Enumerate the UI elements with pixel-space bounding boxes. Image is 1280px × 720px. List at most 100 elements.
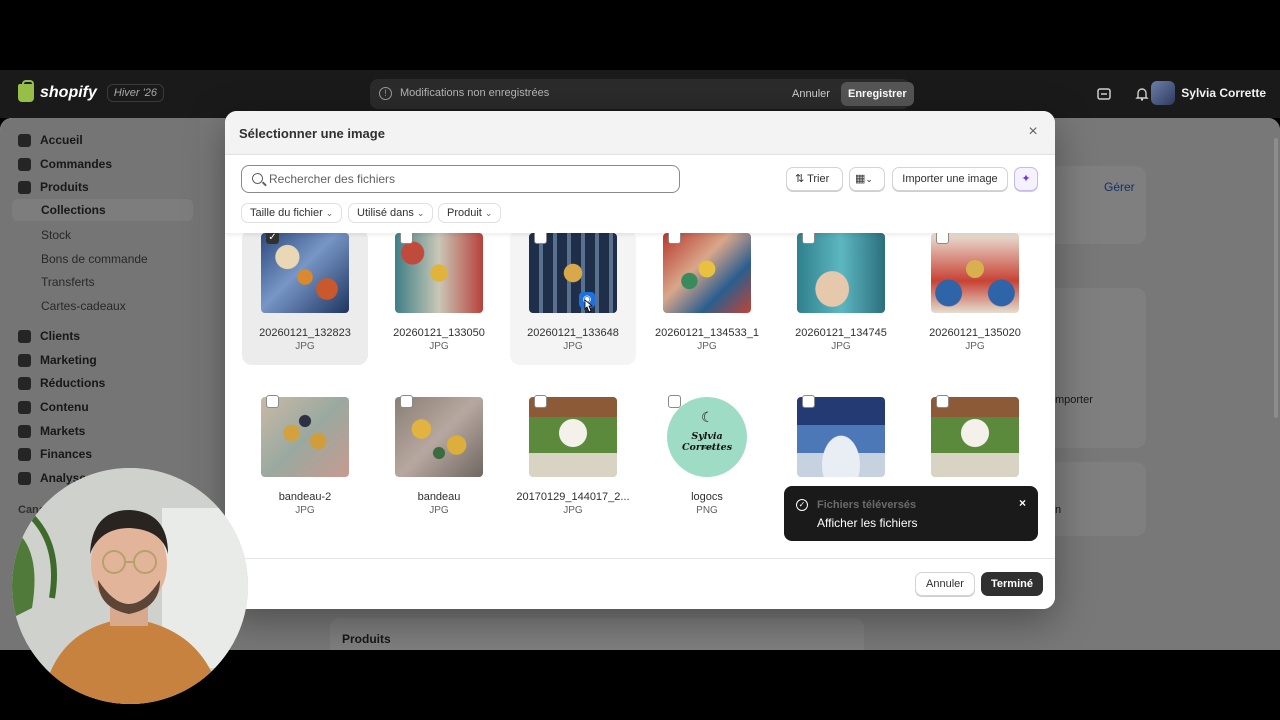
modal-toolbar: ⇅ Trier ▦⌄ Importer une image ✦ Taille d… — [225, 155, 1055, 233]
avatar — [1151, 81, 1176, 105]
save-button[interactable]: Enregistrer — [841, 82, 914, 106]
chevron-down-icon: ⌄ — [416, 208, 425, 218]
edition-badge: Hiver '26 — [106, 84, 164, 102]
file-name: 20260121_133050 — [393, 327, 485, 339]
file-name: 20260121_135020 — [929, 327, 1021, 339]
file-tile-1[interactable]: 20260121_133050 JPG — [376, 233, 502, 365]
file-name: 20170129_144017_2... — [516, 491, 630, 503]
file-thumbnail — [797, 397, 885, 477]
file-thumbnail — [529, 397, 617, 477]
upload-toast: ✓ Fichiers téléversés Afficher les fichi… — [784, 486, 1038, 541]
file-type: PNG — [696, 505, 718, 516]
top-icons — [1096, 86, 1150, 102]
store-icon[interactable] — [1096, 86, 1112, 102]
file-tile-7[interactable]: bandeau JPG — [376, 393, 502, 529]
chevron-down-icon: ⌄ — [484, 208, 493, 218]
filter-used-in[interactable]: Utilisé dans ⌄ — [348, 203, 434, 223]
grid-icon: ▦ — [855, 173, 866, 185]
chevron-down-icon: ⌄ — [865, 174, 873, 184]
done-button[interactable]: Terminé — [981, 572, 1043, 596]
file-type: JPG — [429, 341, 449, 352]
filter-label: Produit — [447, 207, 482, 219]
file-tile-2[interactable]: ◉ 20260121_133648 JPG — [510, 233, 636, 365]
logo-circle: ☾ Sylvia Correttes PARIS — [667, 397, 747, 477]
filter-label: Utilisé dans — [357, 207, 414, 219]
file-thumbnail — [395, 233, 483, 313]
file-tile-9[interactable]: ☾ Sylvia Correttes PARIS logocs PNG — [644, 393, 770, 529]
toast-title: Fichiers téléversés — [817, 499, 917, 511]
unsaved-message: Modifications non enregistrées — [400, 87, 550, 99]
search-field[interactable] — [241, 165, 680, 193]
file-thumbnail — [663, 233, 751, 313]
check-circle-icon: ✓ — [796, 499, 808, 511]
moon-icon: ☾ — [701, 409, 714, 425]
file-tile-5[interactable]: 20260121_135020 JPG — [912, 233, 1038, 365]
sort-label: Trier — [807, 173, 830, 185]
filter-label: Taille du fichier — [250, 207, 323, 219]
file-checkbox[interactable] — [400, 395, 413, 408]
close-icon[interactable]: × — [1019, 496, 1026, 510]
import-image-button[interactable]: Importer une image — [892, 167, 1008, 191]
file-checkbox[interactable] — [802, 395, 815, 408]
file-checkbox[interactable]: ✓ — [266, 233, 279, 244]
user-name: Sylvia Corrette — [1181, 86, 1266, 100]
file-checkbox[interactable] — [668, 395, 681, 408]
file-type: JPG — [965, 341, 985, 352]
sort-button[interactable]: ⇅ Trier — [786, 167, 843, 191]
file-checkbox[interactable] — [266, 395, 279, 408]
file-checkbox[interactable] — [936, 395, 949, 408]
file-type: JPG — [697, 341, 717, 352]
modal-footer: Annuler Terminé — [225, 558, 1055, 609]
bell-icon[interactable] — [1134, 86, 1150, 102]
file-checkbox[interactable] — [400, 233, 413, 244]
file-name: 20260121_134533_1 — [654, 327, 759, 339]
mouse-cursor-icon — [584, 299, 594, 313]
page-scrollbar[interactable] — [1274, 138, 1278, 418]
file-checkbox[interactable] — [936, 233, 949, 244]
file-checkbox[interactable] — [534, 395, 547, 408]
file-tile-0[interactable]: ✓ 20260121_132823 JPG — [242, 233, 368, 365]
file-checkbox[interactable] — [534, 233, 547, 244]
file-checkbox[interactable] — [668, 233, 681, 244]
file-type: JPG — [831, 341, 851, 352]
user-menu[interactable]: Sylvia Corrette — [1151, 81, 1266, 105]
file-type: JPG — [295, 505, 315, 516]
toast-action-link[interactable]: Afficher les fichiers — [817, 516, 917, 530]
cancel-button[interactable]: Annuler — [915, 572, 975, 596]
file-tile-6[interactable]: bandeau-2 JPG — [242, 393, 368, 529]
file-thumbnail — [797, 233, 885, 313]
file-type: JPG — [563, 505, 583, 516]
file-thumbnail — [931, 397, 1019, 477]
close-icon[interactable]: × — [1025, 124, 1041, 140]
file-thumbnail — [261, 233, 349, 313]
screen: shopify Hiver '26 ! Modifications non en… — [0, 0, 1280, 720]
webcam-overlay — [12, 468, 248, 704]
file-thumbnail — [261, 397, 349, 477]
brand-name: shopify — [40, 84, 97, 101]
file-thumbnail — [395, 397, 483, 477]
file-type: JPG — [563, 341, 583, 352]
file-thumbnail — [529, 233, 617, 313]
file-thumbnail — [931, 233, 1019, 313]
file-tile-4[interactable]: 20260121_134745 JPG — [778, 233, 904, 365]
file-tile-3[interactable]: 20260121_134533_1 JPG — [644, 233, 770, 365]
ai-generate-icon[interactable]: ✦ — [1014, 167, 1038, 191]
shopify-bag-icon — [18, 80, 34, 102]
file-name: 20260121_133648 — [527, 327, 619, 339]
file-name: 20260121_132823 — [259, 327, 351, 339]
info-icon: ! — [379, 87, 392, 100]
modal-title: Sélectionner une image — [239, 126, 385, 141]
view-toggle-button[interactable]: ▦⌄ — [849, 167, 885, 191]
file-checkbox[interactable] — [802, 233, 815, 244]
filter-product[interactable]: Produit ⌄ — [438, 203, 502, 223]
discard-button[interactable]: Annuler — [786, 83, 836, 105]
file-name: bandeau-2 — [278, 491, 332, 503]
file-type: JPG — [295, 341, 315, 352]
file-tile-8[interactable]: 20170129_144017_2... JPG — [510, 393, 636, 529]
file-name: 20260121_134745 — [795, 327, 887, 339]
modal-header: Sélectionner une image × — [225, 111, 1055, 155]
filter-file-size[interactable]: Taille du fichier ⌄ — [241, 203, 343, 223]
search-input[interactable] — [269, 170, 669, 188]
shopify-logo[interactable]: shopify Hiver '26 — [18, 80, 164, 102]
file-thumbnail: ☾ Sylvia Correttes PARIS — [663, 397, 751, 477]
